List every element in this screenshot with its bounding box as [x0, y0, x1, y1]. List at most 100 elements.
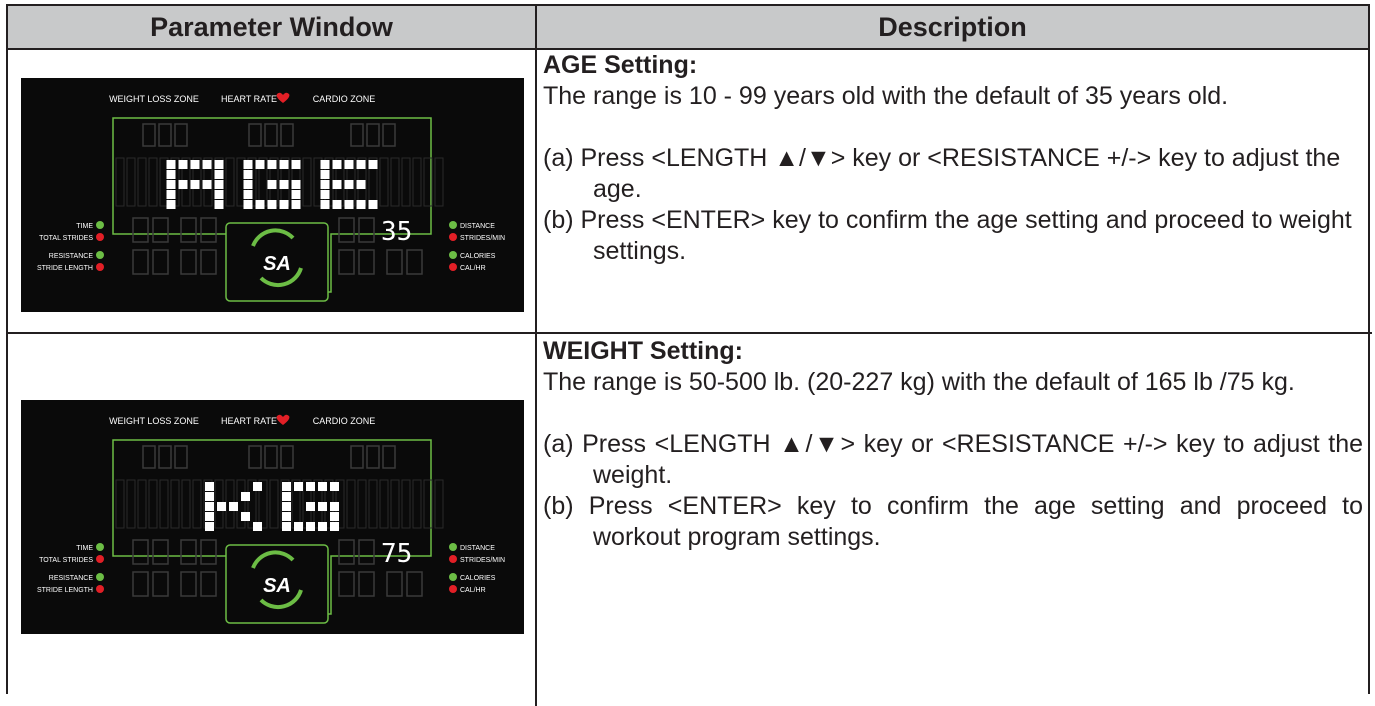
matrix-dot — [344, 160, 354, 169]
right-metric-label: STRIDES/MIN — [460, 235, 505, 242]
dim-digit — [132, 249, 149, 275]
matrix-dot — [205, 522, 214, 531]
parameter-table: Parameter Window Description WEIGHT LOSS… — [6, 4, 1372, 706]
matrix-dot — [279, 180, 289, 189]
dim-digit — [350, 445, 364, 469]
matrix-dot — [253, 482, 262, 491]
status-led — [449, 543, 457, 551]
matrix-column — [368, 479, 378, 529]
dim-digit — [142, 123, 156, 147]
matrix-column — [269, 479, 279, 529]
dim-digit — [280, 445, 294, 469]
matrix-dot — [291, 200, 301, 209]
matrix-dot — [320, 180, 330, 189]
matrix-dot — [190, 160, 200, 169]
dim-digit — [264, 123, 278, 147]
matrix-dot — [332, 200, 342, 209]
weight-description: WEIGHT Setting: The range is 50-500 lb. … — [543, 336, 1363, 553]
matrix-dot — [214, 180, 224, 189]
right-metric-label: DISTANCE — [460, 223, 495, 230]
dim-digit — [406, 571, 423, 597]
matrix-dot — [368, 160, 378, 169]
matrix-column — [126, 157, 136, 207]
matrix-dot — [241, 492, 250, 501]
left-metric-label: TOTAL STRIDES — [39, 235, 93, 242]
matrix-dot — [306, 482, 315, 491]
top-zone-label: HEART RATE — [221, 416, 277, 426]
dim-digit — [180, 539, 197, 565]
left-metric-label: TIME — [76, 223, 93, 230]
matrix-dot — [243, 160, 253, 169]
matrix-column — [390, 157, 400, 207]
matrix-dot — [368, 200, 378, 209]
matrix-dot — [205, 482, 214, 491]
dim-digit — [338, 539, 355, 565]
matrix-dot — [320, 160, 330, 169]
dim-digit — [152, 217, 169, 243]
status-led — [96, 263, 104, 271]
matrix-column — [357, 479, 367, 529]
matrix-dot — [166, 160, 176, 169]
weight-setting-title: WEIGHT Setting: — [543, 337, 743, 365]
matrix-column — [390, 479, 400, 529]
matrix-dot — [229, 502, 238, 511]
age-step-b: (b) Press <ENTER> key to confirm the age… — [543, 206, 1352, 265]
row-divider — [8, 332, 1372, 334]
left-metric-label: RESISTANCE — [49, 575, 94, 582]
matrix-dot — [166, 180, 176, 189]
console-display-weight: WEIGHT LOSS ZONE HEART RATE CARDIO ZONE TIM… — [21, 400, 524, 634]
matrix-dot — [294, 522, 303, 531]
matrix-dot — [243, 170, 253, 179]
dim-digit — [264, 445, 278, 469]
status-led — [96, 555, 104, 563]
status-led — [449, 573, 457, 581]
dim-digit — [366, 445, 380, 469]
top-zone-label: CARDIO ZONE — [313, 416, 376, 426]
weight-step-b: (b) Press <ENTER> key to confirm the age… — [543, 492, 1363, 551]
console-display-graphic: WEIGHT LOSS ZONE HEART RATE CARDIO ZONE TIM… — [37, 92, 505, 302]
status-led — [96, 251, 104, 259]
matrix-dot — [332, 160, 342, 169]
dim-digit — [382, 445, 396, 469]
matrix-dot — [190, 180, 200, 189]
right-metric-label: CAL/HR — [460, 587, 486, 594]
matrix-dot — [332, 180, 342, 189]
status-led — [96, 221, 104, 229]
matrix-column — [181, 479, 191, 529]
age-description: AGE Setting: The range is 10 - 99 years … — [543, 50, 1363, 267]
matrix-dot — [320, 190, 330, 199]
dim-digit — [338, 217, 355, 243]
dim-digit — [200, 217, 217, 243]
top-zone-label: WEIGHT LOSS ZONE — [109, 94, 199, 104]
matrix-dot — [267, 180, 277, 189]
dim-digit — [338, 571, 355, 597]
matrix-dot — [205, 492, 214, 501]
dim-digit — [366, 123, 380, 147]
matrix-dot — [330, 482, 339, 491]
value-readout: 75 — [381, 539, 412, 569]
matrix-dot — [330, 512, 339, 521]
age-step-a: (a) Press <LENGTH ▲/▼> key or <RESISTANC… — [543, 144, 1341, 203]
dim-digit — [152, 249, 169, 275]
matrix-dot — [214, 170, 224, 179]
status-led — [449, 221, 457, 229]
matrix-column — [148, 479, 158, 529]
matrix-dot — [279, 200, 289, 209]
dim-digit — [248, 445, 262, 469]
dim-digit — [338, 249, 355, 275]
matrix-dot — [241, 512, 250, 521]
dim-digit — [386, 571, 403, 597]
matrix-dot — [202, 180, 212, 189]
matrix-column — [379, 157, 389, 207]
console-display-age: WEIGHT LOSS ZONE HEART RATE CARDIO ZONE TIM… — [21, 78, 524, 312]
right-metric-label: CAL/HR — [460, 265, 486, 272]
right-metric-label: DISTANCE — [460, 545, 495, 552]
matrix-column — [137, 157, 147, 207]
dim-digit — [152, 571, 169, 597]
matrix-column — [148, 157, 158, 207]
matrix-dot — [255, 160, 265, 169]
matrix-column — [115, 479, 125, 529]
dim-digit — [280, 123, 294, 147]
right-metric-label: CALORIES — [460, 253, 496, 260]
matrix-dot — [318, 522, 327, 531]
